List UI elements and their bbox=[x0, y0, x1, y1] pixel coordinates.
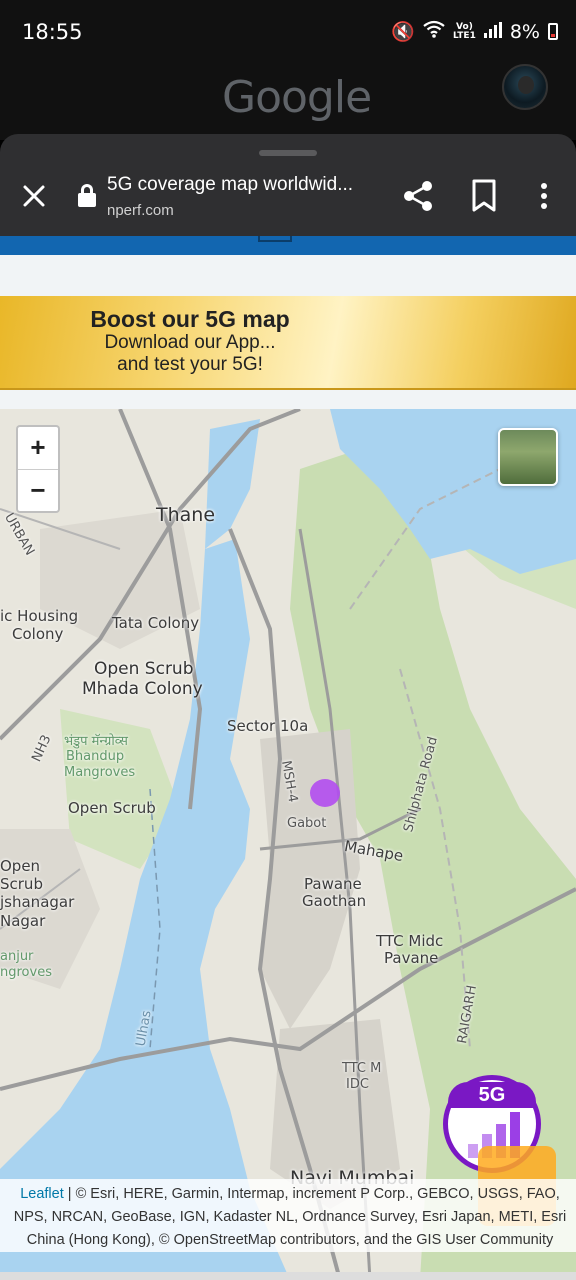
site-header-bar bbox=[0, 236, 576, 255]
mute-icon: 🔇 bbox=[391, 21, 416, 43]
map-label: Bhandup bbox=[66, 749, 125, 764]
lock-icon bbox=[78, 184, 96, 208]
map-label: भंडुप मॅन्ग्रोव्स bbox=[64, 734, 128, 749]
map-attribution: Leaflet | © Esri, HERE, Garmin, Intermap… bbox=[0, 1179, 576, 1252]
web-page: Boost our 5G map Download our App... and… bbox=[0, 236, 576, 1280]
google-header: Google bbox=[0, 64, 576, 140]
banner-line-1: Download our App... bbox=[104, 332, 276, 353]
map-label: Mangroves bbox=[64, 765, 136, 780]
bookmark-icon bbox=[472, 179, 496, 212]
close-icon bbox=[23, 185, 45, 207]
zoom-in-button[interactable]: + bbox=[18, 427, 58, 469]
map-label: Scrub bbox=[0, 875, 43, 893]
custom-tab-toolbar: 5G coverage map worldwid... nperf.com bbox=[0, 134, 576, 236]
map-label: Colony bbox=[12, 625, 64, 643]
map-label: Pavane bbox=[384, 949, 439, 967]
status-time: 18:55 bbox=[22, 20, 83, 44]
share-icon bbox=[404, 181, 432, 211]
status-bar: 18:55 🔇 Vo) LTE1 8% bbox=[0, 0, 576, 64]
battery-percent: 8% bbox=[509, 20, 540, 43]
zoom-out-button[interactable]: − bbox=[18, 469, 58, 511]
map-label: ngroves bbox=[0, 965, 52, 980]
more-menu-button[interactable] bbox=[532, 180, 556, 212]
map-label: Gaothan bbox=[302, 892, 367, 910]
banner-line-2: and test your 5G! bbox=[117, 354, 263, 375]
map-label: Open Scrub bbox=[68, 799, 156, 817]
battery-icon bbox=[548, 23, 558, 40]
map-label: Mhada Colony bbox=[82, 679, 203, 699]
map-label: jshanagar bbox=[0, 893, 75, 911]
map-label: anjur bbox=[0, 949, 34, 964]
banner-title: Boost our 5G map bbox=[90, 306, 290, 332]
wifi-icon bbox=[423, 20, 445, 43]
layer-switch-button[interactable] bbox=[498, 428, 558, 486]
google-logo: Google bbox=[222, 72, 372, 123]
map-label: Tata Colony bbox=[112, 614, 200, 632]
coverage-spot[interactable] bbox=[310, 779, 340, 807]
map-label: Sector 10a bbox=[227, 717, 309, 735]
coverage-map[interactable]: + − Thane Tata Colony Open Scrub Mhada C… bbox=[0, 409, 576, 1280]
attribution-text: | © Esri, HERE, Garmin, Intermap, increm… bbox=[13, 1186, 567, 1248]
signal-icon bbox=[483, 21, 502, 43]
close-button[interactable] bbox=[18, 180, 50, 212]
drag-handle[interactable] bbox=[259, 150, 317, 156]
bookmark-button[interactable] bbox=[470, 178, 498, 214]
volte-icon: Vo) LTE1 bbox=[453, 21, 476, 41]
page-title[interactable]: 5G coverage map worldwid... bbox=[107, 174, 377, 196]
leaflet-link[interactable]: Leaflet bbox=[20, 1186, 64, 1202]
map-label: Open Scrub bbox=[94, 659, 194, 679]
map-label: IDC bbox=[346, 1077, 369, 1092]
map-label: TTC Midc bbox=[376, 932, 444, 950]
5g-badge-label: 5G bbox=[448, 1082, 536, 1108]
map-label: Nagar bbox=[0, 912, 46, 930]
zoom-control: + − bbox=[16, 425, 60, 513]
avatar[interactable] bbox=[502, 64, 548, 110]
map-label: Thane bbox=[156, 504, 216, 526]
page-domain[interactable]: nperf.com bbox=[107, 202, 174, 219]
promo-banner[interactable]: Boost our 5G map Download our App... and… bbox=[0, 296, 576, 390]
share-button[interactable] bbox=[400, 178, 436, 214]
nav-bar bbox=[0, 1272, 576, 1280]
map-label: TTC M bbox=[342, 1061, 382, 1076]
status-icons: 🔇 Vo) LTE1 8% bbox=[391, 20, 558, 43]
map-label: ic Housing bbox=[0, 607, 79, 625]
map-label: Open bbox=[0, 857, 41, 875]
map-label: Gabot bbox=[287, 816, 327, 831]
map-label: Pawane bbox=[304, 875, 362, 893]
